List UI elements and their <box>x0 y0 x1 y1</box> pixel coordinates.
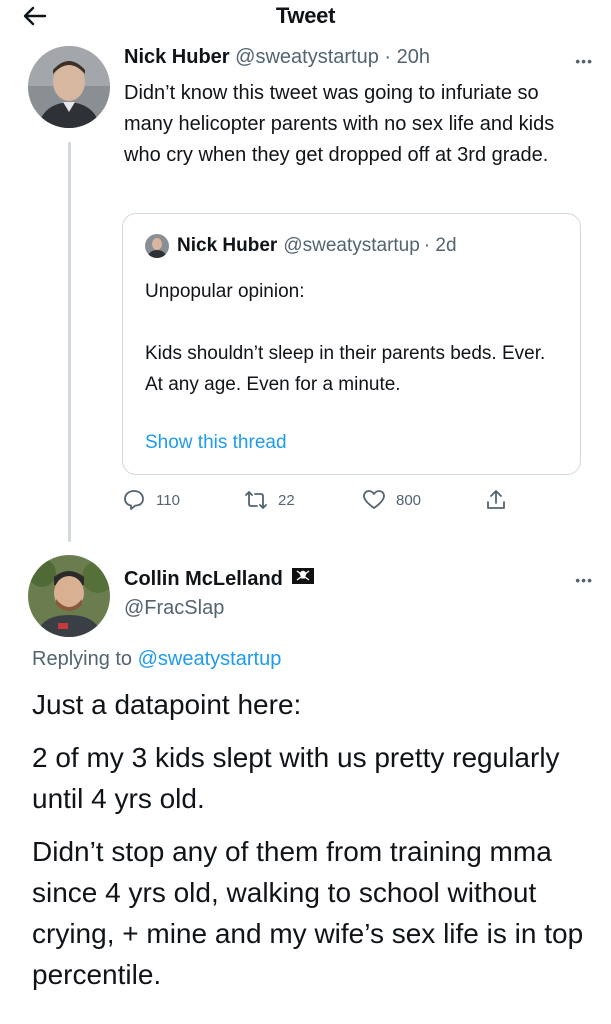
quoted-tweet-header: Nick Huber @sweatystartup · 2d <box>145 234 457 258</box>
tweet-time[interactable]: · 20h <box>384 46 430 68</box>
thread-line <box>68 142 71 542</box>
quoted-paragraph: Unpopular opinion: <box>145 281 305 302</box>
more-dots-icon[interactable]: ••• <box>575 573 593 587</box>
author-name[interactable]: Collin McLelland <box>124 568 283 591</box>
replying-to-link[interactable]: @sweatystartup <box>138 648 282 670</box>
author-name[interactable]: Nick Huber <box>124 46 230 68</box>
show-thread-link[interactable]: Show this thread <box>145 432 287 454</box>
like-count: 800 <box>396 491 422 509</box>
avatar <box>145 234 169 258</box>
reply-count: 110 <box>156 491 180 509</box>
quoted-paragraph: Kids shouldn’t sleep in their parents be… <box>145 343 546 395</box>
replying-to: Replying to @sweatystartup <box>32 648 281 671</box>
share-button[interactable] <box>484 488 518 512</box>
reply-text: Just a datapoint here: 2 of my 3 kids sl… <box>32 684 592 1007</box>
quoted-tweet-card[interactable]: Nick Huber @sweatystartup · 2d Unpopular… <box>122 213 581 475</box>
retweet-icon <box>245 491 267 509</box>
quoted-tweet-text: Unpopular opinion: Kids shouldn’t sleep … <box>145 276 565 400</box>
tweet-page: Tweet Nick Huber @sweatystartup · 20h ••… <box>0 0 611 1024</box>
quoted-author-name: Nick Huber <box>177 235 278 256</box>
tweet-text: Didn’t know this tweet was going to infu… <box>124 82 555 166</box>
tweet-actions: 110 22 800 <box>122 488 522 516</box>
pirate-flag-icon <box>291 566 315 592</box>
more-dots-icon[interactable]: ••• <box>575 54 593 68</box>
quoted-tweet-time: · 2d <box>423 235 457 256</box>
author-name-row: Collin McLelland <box>124 566 315 592</box>
reply-icon <box>124 490 144 510</box>
author-handle[interactable]: @sweatystartup <box>235 46 379 68</box>
avatar[interactable] <box>28 46 110 128</box>
avatar[interactable] <box>28 555 110 637</box>
reply-paragraph: Didn’t stop any of them from training mm… <box>32 836 584 990</box>
author-handle[interactable]: @FracSlap <box>124 597 224 620</box>
reply-paragraph: Just a datapoint here: <box>32 689 302 720</box>
like-button[interactable]: 800 <box>362 488 421 512</box>
page-title: Tweet <box>275 3 336 28</box>
reply-paragraph: 2 of my 3 kids slept with us pretty regu… <box>32 742 560 814</box>
replying-label: Replying to <box>32 648 138 670</box>
share-icon <box>487 490 505 509</box>
heart-icon <box>363 490 385 509</box>
quoted-author-handle: @sweatystartup <box>283 235 420 256</box>
retweet-button[interactable]: 22 <box>244 488 295 512</box>
tweet-header: Nick Huber @sweatystartup · 20h <box>124 46 430 69</box>
reply-button[interactable]: 110 <box>122 488 180 512</box>
top-bar: Tweet <box>0 0 611 34</box>
retweet-count: 22 <box>278 491 295 509</box>
